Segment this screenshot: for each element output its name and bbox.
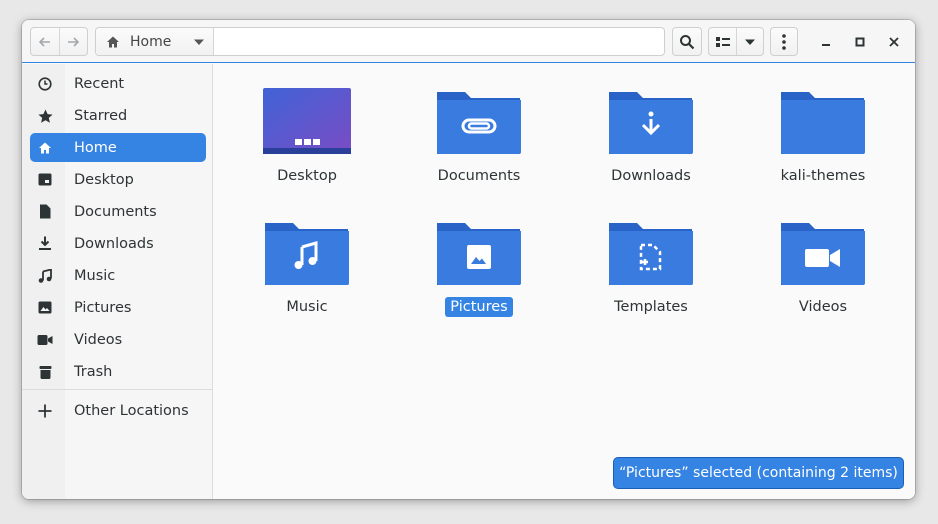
chevron-down-icon [745,39,756,45]
view-options [708,27,764,56]
plus-icon [38,404,52,417]
navigation-buttons [30,27,88,56]
sidebar: Recent Starred Home Desktop Documents Do… [22,64,213,499]
back-button[interactable] [31,28,59,55]
minimize-button[interactable] [816,32,836,52]
sidebar-item-label: Downloads [74,235,154,252]
selection-status: “Pictures” selected (containing 2 items) [613,457,904,489]
pictures-folder-icon [437,223,521,285]
file-item-music[interactable]: Music [237,217,377,337]
file-name: kali-themes [780,168,866,184]
file-item-documents[interactable]: Documents [409,86,549,206]
sidebar-item-recent[interactable]: Recent [30,69,206,98]
file-item-templates[interactable]: Templates [581,217,721,337]
arrow-left-icon [38,36,50,47]
music-folder-icon [265,223,349,285]
file-item-videos[interactable]: Videos [753,217,893,337]
sidebar-item-label: Home [74,139,117,156]
videos-folder-icon [781,223,865,285]
sidebar-item-label: Trash [74,363,113,380]
video-camera-icon [37,334,53,345]
clock-icon [38,76,52,91]
search-icon [680,34,695,49]
file-grid: Desktop Documents Downloads kali-themes … [214,64,915,499]
sidebar-item-label: Music [74,267,116,284]
sidebar-item-label: Starred [74,107,128,124]
download-icon [39,236,51,250]
music-note-icon [38,268,52,283]
paperclip-folder-icon [437,92,521,154]
home-icon [107,36,119,47]
desktop-folder-icon [263,88,351,154]
search-button[interactable] [672,27,702,56]
breadcrumb-home[interactable]: Home [96,28,214,55]
maximize-button[interactable] [850,32,870,52]
file-item-kali-themes[interactable]: kali-themes [753,86,893,206]
file-name: Templates [614,299,688,315]
sidebar-item-desktop[interactable]: Desktop [30,165,206,194]
arrow-right-icon [68,36,80,47]
file-name: Documents [437,168,521,184]
file-manager-window: Home Recent Starred Home Desktop Documen… [22,20,915,499]
sidebar-item-starred[interactable]: Starred [30,101,206,130]
sidebar-item-label: Desktop [74,171,134,188]
sidebar-item-music[interactable]: Music [30,261,206,290]
sidebar-item-home[interactable]: Home [30,133,206,162]
file-name: Pictures [445,297,513,317]
desktop-icon [38,173,52,186]
templates-folder-icon [609,223,693,285]
sidebar-item-videos[interactable]: Videos [30,325,206,354]
forward-button[interactable] [58,28,87,55]
file-name: Videos [798,299,848,315]
sidebar-item-label: Pictures [74,299,132,316]
close-icon [889,37,899,47]
sidebar-item-label: Videos [74,331,123,348]
file-item-desktop[interactable]: Desktop [237,86,377,206]
list-view-button[interactable] [709,28,736,55]
close-button[interactable] [884,32,904,52]
sidebar-item-trash[interactable]: Trash [30,357,206,386]
file-name: Downloads [611,168,691,184]
header-bar: Home [22,20,915,63]
sidebar-item-label: Other Locations [74,402,189,419]
path-bar[interactable]: Home [95,27,665,56]
view-menu-button[interactable] [736,28,763,55]
kebab-menu-icon [782,33,786,50]
list-view-icon [715,36,730,47]
file-name: Music [286,299,328,315]
minimize-icon [822,44,830,46]
sidebar-item-other-locations[interactable]: Other Locations [30,396,206,425]
star-icon [37,109,53,123]
sidebar-item-documents[interactable]: Documents [30,197,206,226]
file-name: Desktop [277,168,337,184]
file-item-downloads[interactable]: Downloads [581,86,721,206]
maximize-icon [855,37,865,47]
sidebar-item-downloads[interactable]: Downloads [30,229,206,258]
download-folder-icon [609,92,693,154]
chevron-down-icon[interactable] [193,38,205,46]
file-item-pictures[interactable]: Pictures [409,217,549,337]
sidebar-item-label: Documents [74,203,157,220]
main-menu-button[interactable] [770,27,798,56]
sidebar-separator [22,389,212,390]
folder-icon [781,92,865,154]
trash-icon [39,365,51,379]
sidebar-item-pictures[interactable]: Pictures [30,293,206,322]
sidebar-item-label: Recent [74,75,125,92]
image-icon [38,301,52,314]
document-icon [40,204,51,219]
home-icon [39,142,51,153]
breadcrumb-label: Home [130,33,172,50]
